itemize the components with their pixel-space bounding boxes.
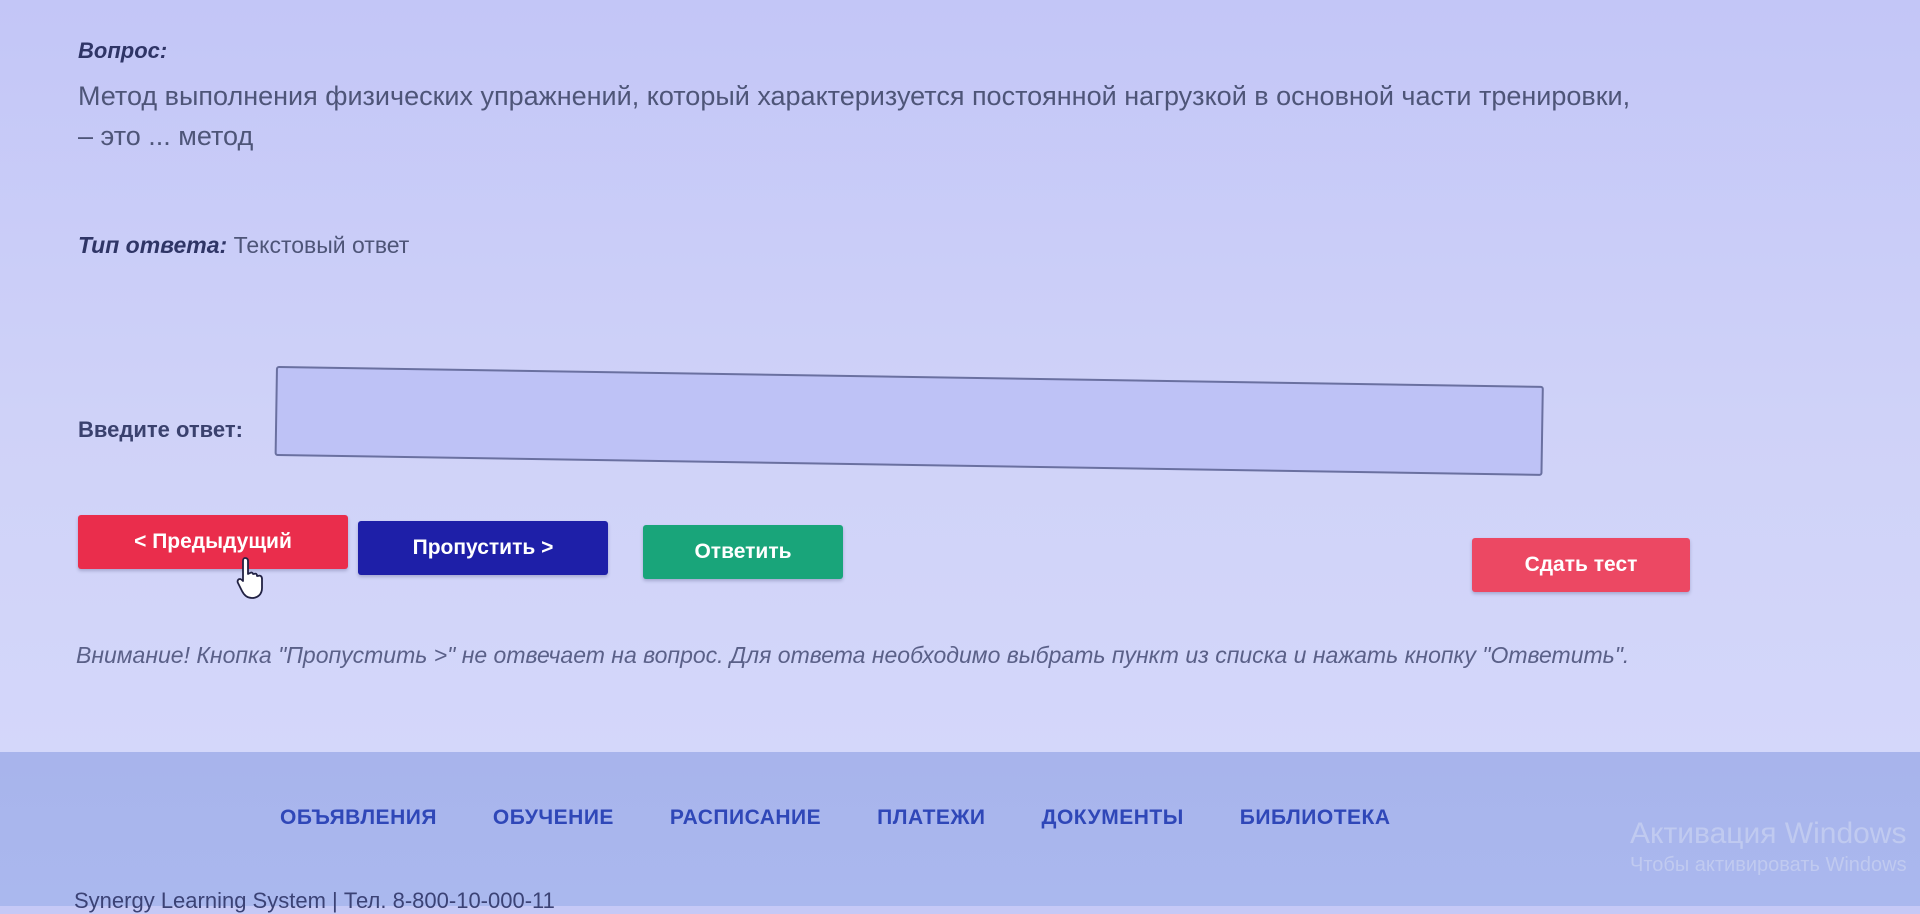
- watermark-title: Активация Windows: [1630, 817, 1907, 850]
- warning-text: Внимание! Кнопка "Пропустить >" не отвеч…: [76, 642, 1630, 668]
- footer-nav-schedule[interactable]: РАСПИСАНИЕ: [670, 806, 821, 830]
- watermark-subtitle: Чтобы активировать Windows: [1630, 854, 1907, 876]
- answer-input[interactable]: [274, 366, 1544, 476]
- footer: ОБЪЯВЛЕНИЯ ОБУЧЕНИЕ РАСПИСАНИЕ ПЛАТЕЖИ Д…: [0, 752, 1920, 913]
- previous-button[interactable]: < Предыдущий: [78, 515, 348, 569]
- skip-button[interactable]: Пропустить >: [358, 521, 608, 575]
- footer-nav: ОБЪЯВЛЕНИЯ ОБУЧЕНИЕ РАСПИСАНИЕ ПЛАТЕЖИ Д…: [280, 806, 1447, 830]
- question-label: Вопрос:: [78, 38, 168, 63]
- answer-type-label: Тип ответа:: [78, 232, 228, 258]
- answer-button[interactable]: Ответить: [643, 525, 843, 579]
- submit-test-button[interactable]: Сдать тест: [1472, 538, 1690, 592]
- footer-nav-learning[interactable]: ОБУЧЕНИЕ: [493, 806, 614, 830]
- hand-pointer-icon: [236, 557, 263, 599]
- answer-type-value: Текстовый ответ: [233, 232, 410, 258]
- footer-nav-documents[interactable]: ДОКУМЕНТЫ: [1042, 806, 1184, 830]
- footer-nav-announcements[interactable]: ОБЪЯВЛЕНИЯ: [280, 806, 437, 830]
- answer-input-label: Введите ответ:: [78, 417, 243, 442]
- windows-activation-watermark: Активация Windows Чтобы активировать Win…: [1630, 816, 1920, 878]
- footer-copyright: Synergy Learning System | Тел. 8-800-10-…: [74, 888, 555, 913]
- test-page: Вопрос: Метод выполнения физических упра…: [0, 0, 1920, 760]
- footer-nav-payments[interactable]: ПЛАТЕЖИ: [877, 806, 985, 830]
- question-text: Метод выполнения физических упражнений, …: [78, 81, 1631, 151]
- footer-nav-library[interactable]: БИБЛИОТЕКА: [1240, 806, 1391, 830]
- answer-type: Тип ответа: Текстовый ответ: [78, 232, 409, 259]
